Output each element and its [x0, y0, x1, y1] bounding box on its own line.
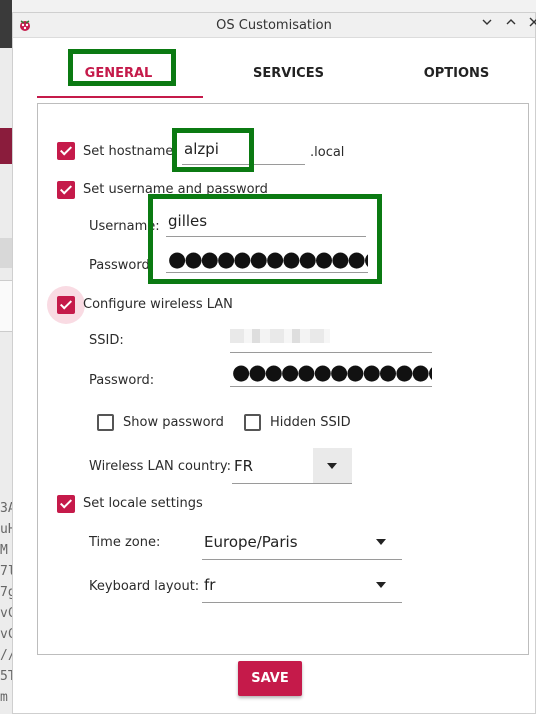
wlan-country-dropdown-button[interactable] [313, 448, 352, 483]
chevron-up-icon [506, 19, 516, 25]
hidden-ssid-checkbox[interactable] [244, 414, 261, 431]
keyboard-layout-value: fr [204, 576, 216, 594]
terminal-line: M [0, 543, 8, 558]
set-username-password-checkbox[interactable] [57, 181, 75, 199]
chevron-down-icon [482, 19, 492, 25]
caret-down-icon [376, 539, 386, 545]
time-zone-label: Time zone: [89, 535, 161, 550]
terminal-line: 7g [0, 585, 12, 600]
wlan-country-value: FR [234, 457, 254, 475]
set-hostname-checkbox[interactable] [57, 142, 75, 160]
set-locale-checkbox[interactable] [57, 495, 75, 513]
tab-options[interactable]: OPTIONS [375, 50, 536, 98]
configure-wireless-lan-checkbox[interactable] [57, 296, 75, 314]
highlight-box-credentials [148, 194, 382, 284]
wlan-password-input[interactable]: ●●●●●●●●●●●●●●● [230, 360, 432, 387]
hidden-ssid-label: Hidden SSID [270, 415, 351, 430]
configure-wireless-lan-label: Configure wireless LAN [83, 297, 233, 312]
terminal-line: m [0, 690, 8, 705]
terminal-line: uH [0, 522, 12, 537]
save-button[interactable]: SAVE [238, 661, 302, 696]
highlight-box-hostname [172, 128, 254, 172]
set-hostname-label: Set hostname: [83, 144, 178, 159]
titlebar: OS Customisation [13, 13, 536, 38]
tab-services[interactable]: SERVICES [207, 50, 370, 98]
maximize-button[interactable] [501, 16, 521, 34]
terminal-line: // [0, 648, 12, 663]
time-zone-value: Europe/Paris [204, 533, 298, 551]
general-settings-panel: Set hostname: alzpi .local Set username … [37, 103, 529, 655]
wlan-password-label: Password: [89, 373, 155, 388]
minimize-button[interactable] [477, 16, 497, 34]
time-zone-select[interactable]: Europe/Paris [202, 525, 402, 560]
caret-down-icon [376, 582, 386, 588]
background-app-row [0, 238, 12, 268]
window-title: OS Customisation [216, 18, 332, 33]
set-locale-label: Set locale settings [83, 496, 203, 511]
show-password-label: Show password [123, 415, 224, 430]
background-app-header [0, 0, 12, 48]
keyboard-layout-label: Keyboard layout: [89, 579, 200, 594]
ssid-redacted-value [230, 329, 330, 343]
background-app-accent [0, 128, 12, 164]
terminal-line: vC [0, 627, 12, 642]
hostname-suffix: .local [310, 145, 345, 160]
wlan-country-label: Wireless LAN country: [89, 459, 231, 474]
caret-down-icon [327, 463, 337, 469]
os-customisation-dialog: OS Customisation GENERAL SERVICES OPTION… [12, 12, 536, 714]
background-app-row [0, 280, 12, 332]
terminal-line: 5T [0, 669, 12, 684]
terminal-line: vC [0, 606, 12, 621]
keyboard-layout-select[interactable]: fr [202, 568, 402, 603]
tab-bar: GENERAL SERVICES OPTIONS [37, 49, 527, 98]
close-button[interactable] [524, 16, 536, 34]
highlight-box-general-tab [68, 49, 176, 86]
password-label: Password: [89, 258, 155, 273]
background-terminal-text: 3A uH M 7l 7g vC vC // 5T m [0, 498, 12, 708]
active-tab-indicator [37, 96, 203, 98]
ssid-label: SSID: [89, 333, 124, 348]
show-password-checkbox[interactable] [97, 414, 114, 431]
ssid-input[interactable] [230, 322, 432, 353]
close-icon [529, 17, 536, 27]
terminal-line: 3A [0, 501, 12, 516]
terminal-line: 7l [0, 564, 12, 579]
